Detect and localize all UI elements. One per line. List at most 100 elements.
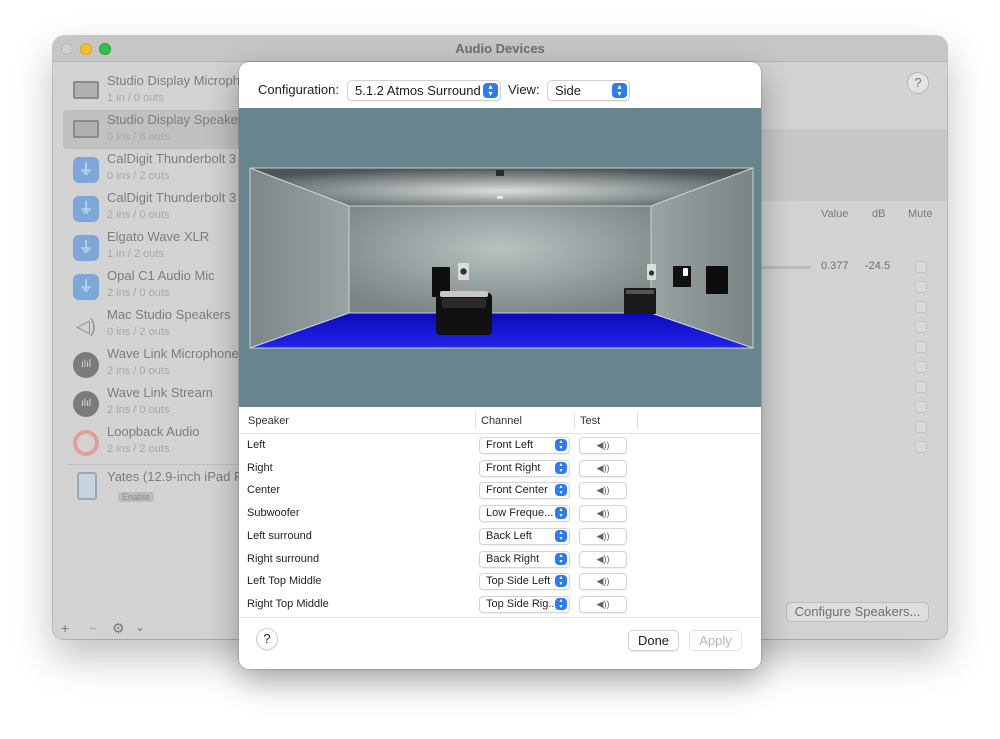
channel-value: Top Side Left xyxy=(486,575,551,587)
channel-value: Top Side Rig... xyxy=(486,598,558,610)
volume-slider[interactable] xyxy=(761,266,811,269)
mute-checkbox[interactable] xyxy=(915,321,927,333)
chevron-down-icon[interactable]: ⌄ xyxy=(135,620,145,634)
test-speaker-button[interactable]: ◀)) xyxy=(579,573,627,590)
test-speaker-button[interactable]: ◀)) xyxy=(579,596,627,613)
speaker-sound-icon: ◀)) xyxy=(596,531,610,541)
device-io: 2 ins / 0 outs xyxy=(107,287,170,299)
popup-chevron-icon: ▴ ▾ xyxy=(555,439,567,451)
channel-select[interactable]: Top Side Rig... ▴ ▾ xyxy=(479,596,570,613)
top-speaker-icon xyxy=(497,196,503,199)
configure-speakers-button[interactable]: Configure Speakers... xyxy=(786,602,929,622)
right-surround-speaker-icon xyxy=(673,266,691,287)
enable-button[interactable]: Enable xyxy=(118,492,155,502)
column-divider xyxy=(637,412,638,429)
table-row: Left Front Left ▴ ▾ ◀)) xyxy=(239,435,761,457)
speaker-name: Left surround xyxy=(247,530,312,542)
channel-select[interactable]: Front Right ▴ ▾ xyxy=(479,460,570,477)
channel-select[interactable]: Back Right ▴ ▾ xyxy=(479,551,570,568)
table-row: Right surround Back Right ▴ ▾ ◀)) xyxy=(239,549,761,571)
popup-chevron-icon: ▴ ▾ xyxy=(555,553,567,565)
device-io: 2 ins / 2 outs xyxy=(107,443,170,455)
device-name: Opal C1 Audio Mic xyxy=(107,268,215,283)
speaker-name: Center xyxy=(247,484,281,496)
speaker-name: Right surround xyxy=(247,553,320,565)
mute-checkbox[interactable] xyxy=(915,421,927,433)
test-speaker-button[interactable]: ◀)) xyxy=(579,482,627,499)
configuration-select[interactable]: 5.1.2 Atmos Surround ▴ ▾ xyxy=(347,80,501,101)
speaker-sound-icon: ◀)) xyxy=(596,463,610,473)
table-row: Right Front Right ▴ ▾ ◀)) xyxy=(239,458,761,480)
mute-checkbox[interactable] xyxy=(915,381,927,393)
speaker-name: Left Top Middle xyxy=(247,575,322,587)
device-io: 1 in / 2 outs xyxy=(107,248,164,260)
channel-value: Front Right xyxy=(486,462,541,474)
test-speaker-button[interactable]: ◀)) xyxy=(579,505,627,522)
device-name: Yates (12.9-inch iPad Pro) xyxy=(107,469,259,484)
device-name: Wave Link Stream xyxy=(107,385,213,400)
mute-checkbox[interactable] xyxy=(915,301,927,313)
column-header-value: Value xyxy=(821,208,849,220)
wavelink-icon: ılıl xyxy=(73,352,99,378)
mute-checkbox[interactable] xyxy=(915,281,927,293)
channel-select[interactable]: Front Left ▴ ▾ xyxy=(479,437,570,454)
device-io: 0 ins / 2 outs xyxy=(107,326,170,338)
view-select[interactable]: Side ▴ ▾ xyxy=(547,80,630,101)
device-name: Mac Studio Speakers xyxy=(107,307,231,322)
test-speaker-button[interactable]: ◀)) xyxy=(579,437,627,454)
channel-value: Front Center xyxy=(486,484,548,496)
test-speaker-button[interactable]: ◀)) xyxy=(579,528,627,545)
done-button[interactable]: Done xyxy=(628,630,679,651)
tab-bar xyxy=(753,129,947,201)
speaker-name: Left xyxy=(247,439,266,451)
table-row: Right Top Middle Top Side Rig... ▴ ▾ ◀)) xyxy=(239,594,761,616)
window-title: Audio Devices xyxy=(455,41,545,56)
device-name: Loopback Audio xyxy=(107,424,200,439)
mute-checkbox[interactable] xyxy=(915,401,927,413)
popup-chevron-icon: ▴ ▾ xyxy=(555,484,567,496)
popup-chevron-icon: ▴ ▾ xyxy=(555,598,567,610)
gear-icon[interactable]: ⚙ xyxy=(112,620,125,637)
channel-select[interactable]: Front Center ▴ ▾ xyxy=(479,482,570,499)
speaker-sound-icon: ◀)) xyxy=(596,508,610,518)
help-button[interactable]: ? xyxy=(256,628,278,650)
view-value: Side xyxy=(555,83,582,98)
remove-device-button[interactable]: − xyxy=(89,620,97,636)
channel-select[interactable]: Low Freque... ▴ ▾ xyxy=(479,505,570,522)
popup-chevron-icon: ▴ ▾ xyxy=(555,575,567,587)
popup-chevron-icon: ▴ ▾ xyxy=(555,507,567,519)
speaker-sound-icon: ◀)) xyxy=(596,485,610,495)
speaker-room-preview xyxy=(239,108,761,407)
test-speaker-button[interactable]: ◀)) xyxy=(579,551,627,568)
usb-icon: ⏚ xyxy=(73,235,99,261)
table-row: Left Top Middle Top Side Left ▴ ▾ ◀)) xyxy=(239,571,761,593)
apply-button[interactable]: Apply xyxy=(689,630,742,651)
mute-checkbox[interactable] xyxy=(915,261,927,273)
device-io: 2 ins / 0 outs xyxy=(107,209,170,221)
configuration-value: 5.1.2 Atmos Surround xyxy=(355,83,481,98)
mute-checkbox[interactable] xyxy=(915,441,927,453)
test-speaker-button[interactable]: ◀)) xyxy=(579,460,627,477)
column-divider xyxy=(574,412,575,429)
device-detail-pane: ? Value dB Mute 0.377 -24.5 xyxy=(753,63,947,618)
help-button[interactable]: ? xyxy=(907,72,929,94)
mute-checkbox[interactable] xyxy=(915,341,927,353)
channel-value: Back Right xyxy=(486,553,540,565)
add-device-button[interactable]: + xyxy=(61,620,69,636)
channel-select[interactable]: Back Left ▴ ▾ xyxy=(479,528,570,545)
device-io: 2 ins / 0 outs xyxy=(107,404,170,416)
device-io: 0 ins / 2 outs xyxy=(107,170,170,182)
device-name: CalDigit Thunderbolt 3 xyxy=(107,190,237,205)
configuration-label: Configuration: xyxy=(258,82,339,97)
speaker-name: Right Top Middle xyxy=(247,598,329,610)
usb-icon: ⏚ xyxy=(73,157,99,183)
mute-checkbox[interactable] xyxy=(915,361,927,373)
monitor-icon xyxy=(73,120,99,138)
title-bar: Audio Devices xyxy=(53,36,947,62)
divider xyxy=(67,464,247,465)
column-header-test: Test xyxy=(580,415,601,427)
monitor-icon xyxy=(73,81,99,99)
device-name: Wave Link MicrophoneFX xyxy=(107,346,256,361)
channel-select[interactable]: Top Side Left ▴ ▾ xyxy=(479,573,570,590)
device-name: Elgato Wave XLR xyxy=(107,229,210,244)
